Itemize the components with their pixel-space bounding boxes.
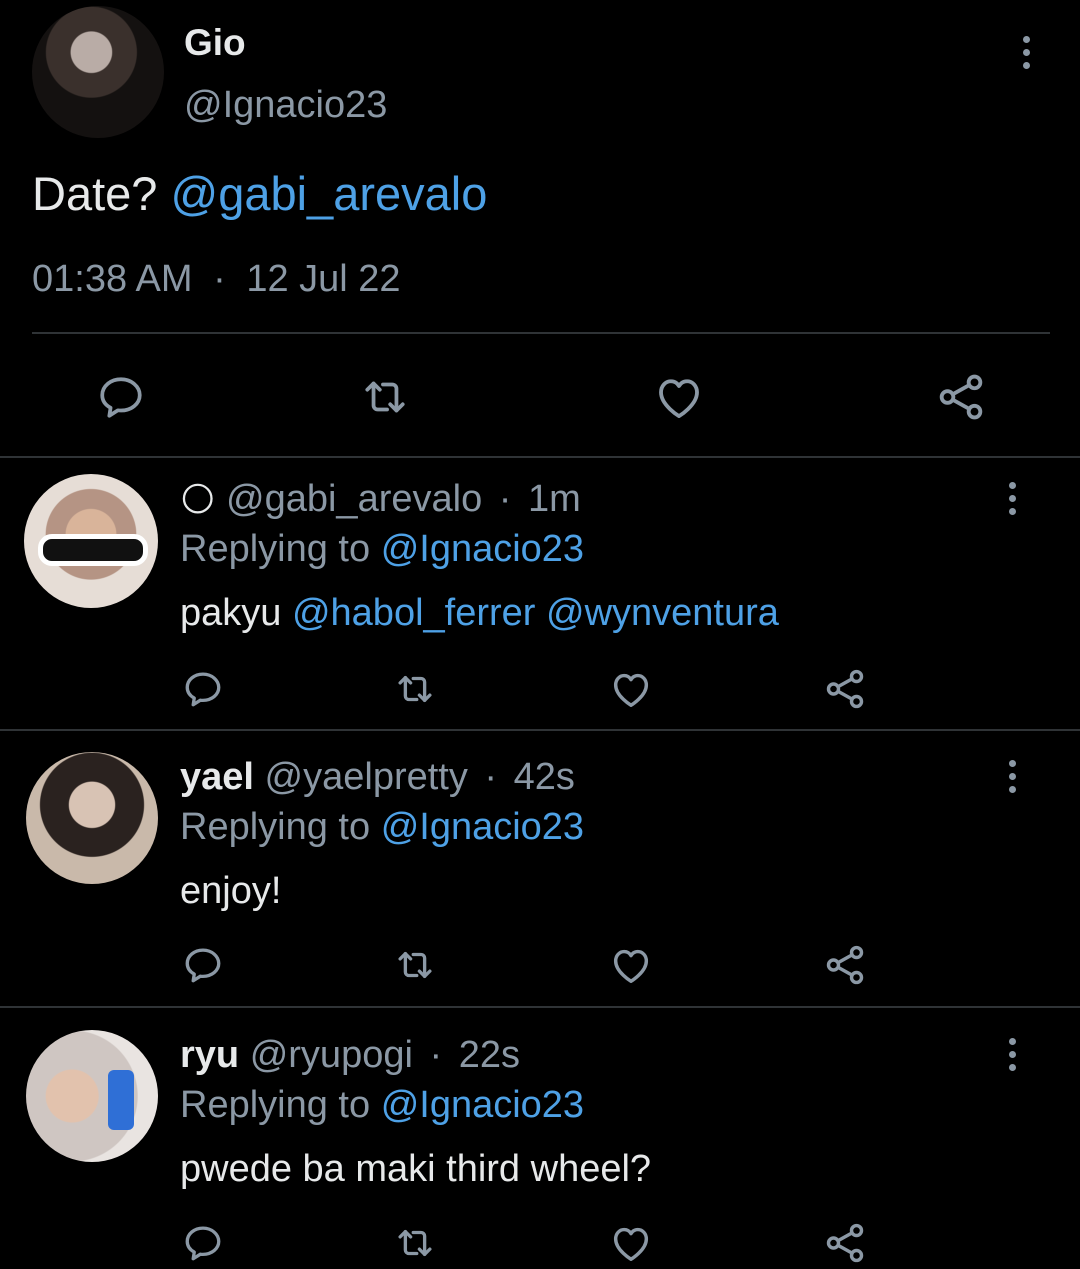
more-icon[interactable]: [1006, 1038, 1018, 1071]
like-icon[interactable]: [652, 370, 706, 424]
divider: [32, 332, 1050, 334]
avatar-yael[interactable]: [26, 752, 158, 884]
mention-link[interactable]: @gabi_arevalo: [170, 167, 487, 220]
replying-prefix: Replying to: [180, 1084, 371, 1126]
tweet-time: 01:38 AM: [32, 258, 193, 300]
retweet-icon[interactable]: [394, 668, 436, 710]
user-handle[interactable]: @yaelpretty: [265, 756, 468, 798]
tweet-text-plain: Date?: [32, 167, 158, 220]
like-icon[interactable]: [608, 942, 654, 988]
mention-links[interactable]: @habol_ferrer @wynventura: [292, 592, 779, 634]
reply-icon[interactable]: [182, 944, 224, 986]
replying-to: Replying to @Ignacio23: [180, 806, 584, 849]
separator: ·: [484, 756, 498, 798]
replying-to: Replying to @Ignacio23: [180, 1084, 584, 1127]
separator: ·: [213, 258, 226, 300]
reply-icon[interactable]: [96, 372, 146, 422]
replying-prefix: Replying to: [180, 806, 371, 848]
replying-to-link[interactable]: @Ignacio23: [381, 806, 584, 848]
reply-header: yael @yaelpretty · 42s: [180, 756, 575, 799]
more-icon[interactable]: [1020, 36, 1032, 69]
reply-age: 1m: [527, 478, 581, 520]
more-icon[interactable]: [1006, 760, 1018, 793]
reply-icon[interactable]: [182, 668, 224, 710]
retweet-icon[interactable]: [360, 372, 410, 422]
replying-to-link[interactable]: @Ignacio23: [381, 1084, 584, 1126]
tweet-date: 12 Jul 22: [246, 258, 401, 300]
avatar-ryu[interactable]: [26, 1030, 158, 1162]
avatar-gio[interactable]: [32, 6, 164, 138]
reply-text-plain: pwede ba maki third wheel?: [180, 1148, 652, 1190]
share-icon[interactable]: [822, 666, 868, 712]
tweet-text: Date? @gabi_arevalo: [32, 166, 487, 221]
user-handle[interactable]: @ryupogi: [250, 1034, 413, 1076]
separator: ·: [429, 1034, 443, 1076]
replying-to: Replying to @Ignacio23: [180, 528, 584, 571]
reply-header: ryu @ryupogi · 22s: [180, 1034, 520, 1077]
reply-text-plain: enjoy!: [180, 870, 282, 912]
like-icon[interactable]: [608, 666, 654, 712]
display-name[interactable]: yael: [180, 756, 254, 798]
user-handle[interactable]: @gabi_arevalo: [226, 478, 482, 520]
reply-icon[interactable]: [182, 1222, 224, 1264]
share-icon[interactable]: [822, 1220, 868, 1266]
divider: [0, 456, 1080, 458]
retweet-icon[interactable]: [394, 1222, 436, 1264]
display-name[interactable]: Gio: [184, 22, 246, 64]
divider: [0, 729, 1080, 731]
user-handle[interactable]: @Ignacio23: [184, 84, 387, 127]
like-icon[interactable]: [608, 1220, 654, 1266]
display-name[interactable]: ryu: [180, 1034, 239, 1076]
divider: [0, 1006, 1080, 1008]
reply-header: 🌕 @gabi_arevalo · 1m: [180, 478, 581, 521]
retweet-icon[interactable]: [394, 944, 436, 986]
more-icon[interactable]: [1006, 482, 1018, 515]
moon-emoji: 🌕: [180, 481, 216, 519]
reply-age: 42s: [513, 756, 575, 798]
share-icon[interactable]: [934, 370, 988, 424]
reply-text: pakyu @habol_ferrer @wynventura: [180, 592, 779, 635]
share-icon[interactable]: [822, 942, 868, 988]
avatar-gabi[interactable]: [24, 474, 158, 608]
reply-text: pwede ba maki third wheel?: [180, 1148, 651, 1191]
replying-prefix: Replying to: [180, 528, 371, 570]
reply-text: enjoy!: [180, 870, 281, 913]
separator: ·: [498, 478, 512, 520]
replying-to-link[interactable]: @Ignacio23: [381, 528, 584, 570]
reply-text-plain: pakyu: [180, 592, 282, 634]
tweet-timestamp: 01:38 AM · 12 Jul 22: [32, 258, 401, 301]
reply-age: 22s: [458, 1034, 520, 1076]
